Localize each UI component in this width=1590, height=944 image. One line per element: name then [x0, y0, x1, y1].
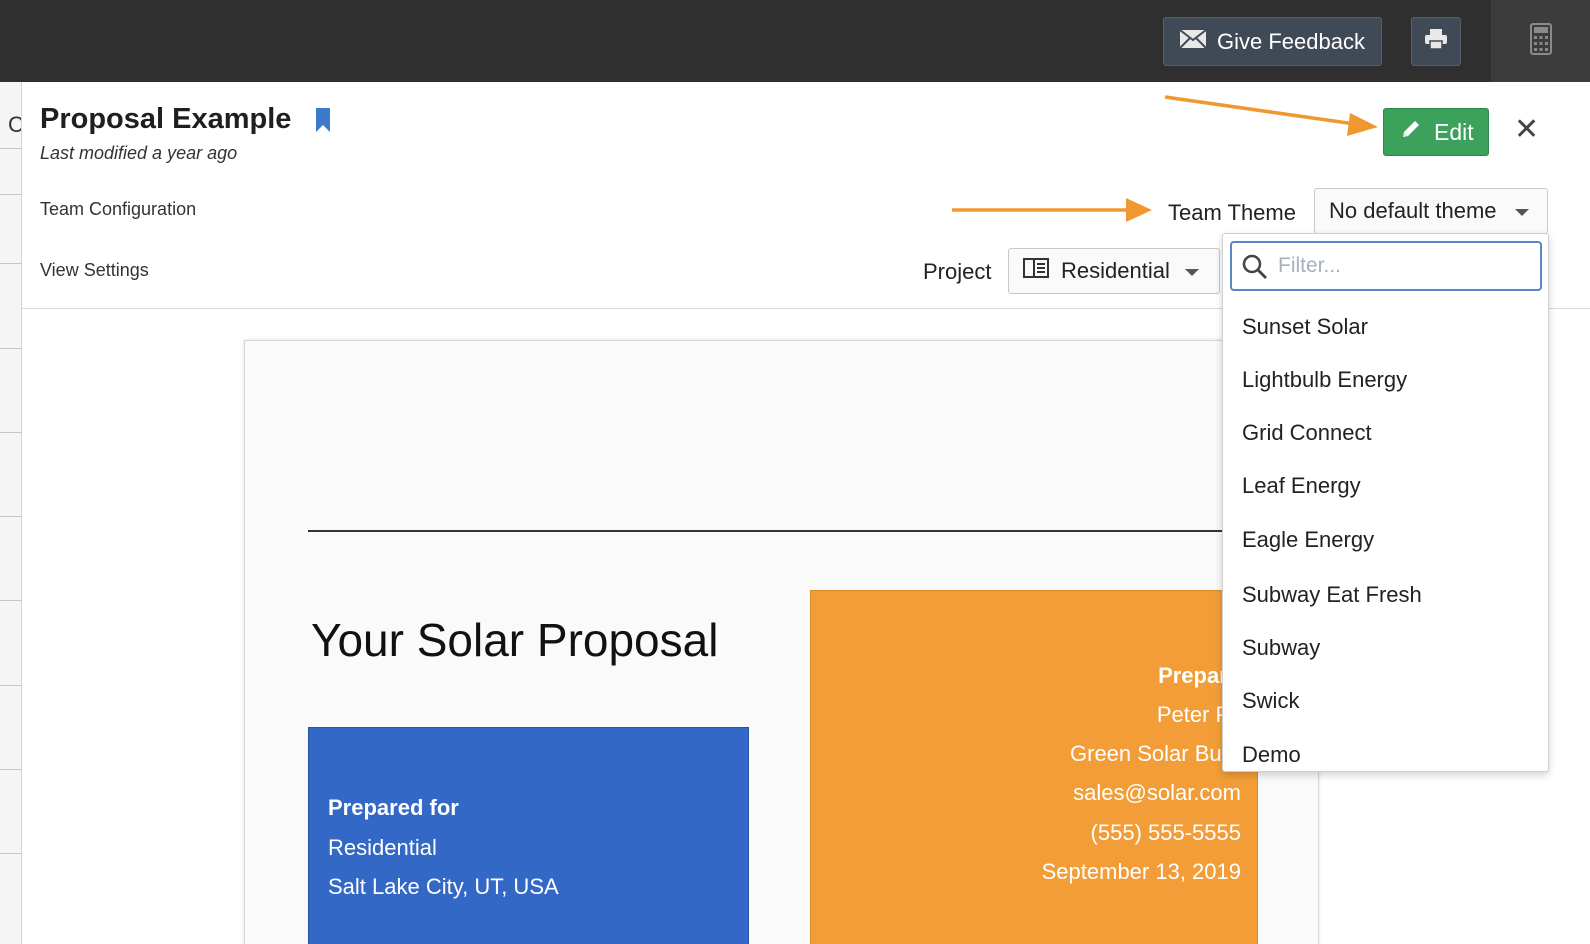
- search-icon: [1242, 254, 1268, 285]
- project-value: Residential: [1061, 258, 1170, 283]
- chevron-down-icon: [1515, 209, 1529, 216]
- divider: [0, 685, 21, 686]
- divider: [0, 432, 21, 433]
- page-title: Proposal Example: [40, 103, 292, 135]
- prepared-for-heading: Prepared for: [328, 795, 459, 820]
- divider: [0, 194, 21, 195]
- bookmark-icon[interactable]: [315, 107, 331, 138]
- theme-option[interactable]: Lightbulb Energy: [1242, 367, 1407, 393]
- theme-option[interactable]: Demo: [1242, 742, 1301, 768]
- team-theme-select[interactable]: No default theme: [1314, 188, 1548, 234]
- proposal-document: Your Solar Proposal Prepared for Residen…: [244, 340, 1319, 944]
- divider: [0, 348, 21, 349]
- team-configuration-link[interactable]: Team Configuration: [40, 199, 196, 220]
- background-sidebar: C: [0, 82, 22, 944]
- last-modified-text: Last modified a year ago: [40, 143, 238, 163]
- prepared-by-phone: (555) 555-5555: [1090, 820, 1241, 845]
- divider: [0, 516, 21, 517]
- divider: [0, 853, 21, 854]
- view-settings-link[interactable]: View Settings: [40, 260, 149, 281]
- chevron-down-icon: [1185, 269, 1199, 276]
- project-label: Project: [923, 259, 992, 284]
- edit-label: Edit: [1434, 118, 1474, 145]
- prepared-by-date: September 13, 2019: [1041, 859, 1241, 884]
- edit-button[interactable]: Edit: [1383, 108, 1489, 156]
- prepared-for-box: Prepared for Residential Salt Lake City,…: [308, 727, 749, 944]
- prepared-for-name: Residential: [328, 835, 437, 860]
- give-feedback-button[interactable]: Give Feedback: [1163, 17, 1382, 66]
- top-bar: Give Feedback: [0, 0, 1590, 82]
- team-theme-label: Team Theme: [1168, 200, 1296, 225]
- give-feedback-label: Give Feedback: [1217, 28, 1365, 54]
- team-theme-value: No default theme: [1329, 198, 1497, 223]
- theme-option[interactable]: Subway Eat Fresh: [1242, 582, 1422, 608]
- document-title: Your Solar Proposal: [311, 614, 719, 666]
- filter-input[interactable]: [1278, 251, 1528, 281]
- theme-option[interactable]: Leaf Energy: [1242, 473, 1361, 499]
- calculator-button[interactable]: [1491, 0, 1590, 82]
- divider: [0, 263, 21, 264]
- theme-option[interactable]: Eagle Energy: [1242, 527, 1374, 553]
- team-theme-dropdown: Sunset Solar Lightbulb Energy Grid Conne…: [1222, 233, 1549, 772]
- project-icon: [1023, 258, 1049, 284]
- print-icon: [1424, 28, 1448, 55]
- filter-field[interactable]: [1230, 241, 1542, 291]
- divider: [0, 600, 21, 601]
- close-icon[interactable]: ✕: [1514, 115, 1539, 145]
- divider: [0, 769, 21, 770]
- theme-option[interactable]: Subway: [1242, 635, 1320, 661]
- theme-option[interactable]: Sunset Solar: [1242, 314, 1368, 340]
- theme-option[interactable]: Grid Connect: [1242, 420, 1372, 446]
- document-rule: [308, 530, 1258, 532]
- project-select[interactable]: Residential: [1008, 248, 1220, 294]
- background-text: C: [8, 112, 21, 138]
- calculator-icon: [1529, 22, 1552, 60]
- prepared-by-email: sales@solar.com: [1073, 780, 1241, 805]
- divider: [0, 148, 21, 149]
- proposal-panel: Proposal Example Last modified a year ag…: [22, 82, 1590, 944]
- prepared-for-location: Salt Lake City, UT, USA: [328, 874, 559, 899]
- pencil-icon: [1400, 118, 1422, 146]
- theme-option[interactable]: Swick: [1242, 688, 1299, 714]
- prepared-by-box: Prepared b Peter Parke Green Solar Busin…: [810, 590, 1273, 944]
- print-button[interactable]: [1411, 17, 1461, 66]
- mail-icon: [1179, 28, 1207, 55]
